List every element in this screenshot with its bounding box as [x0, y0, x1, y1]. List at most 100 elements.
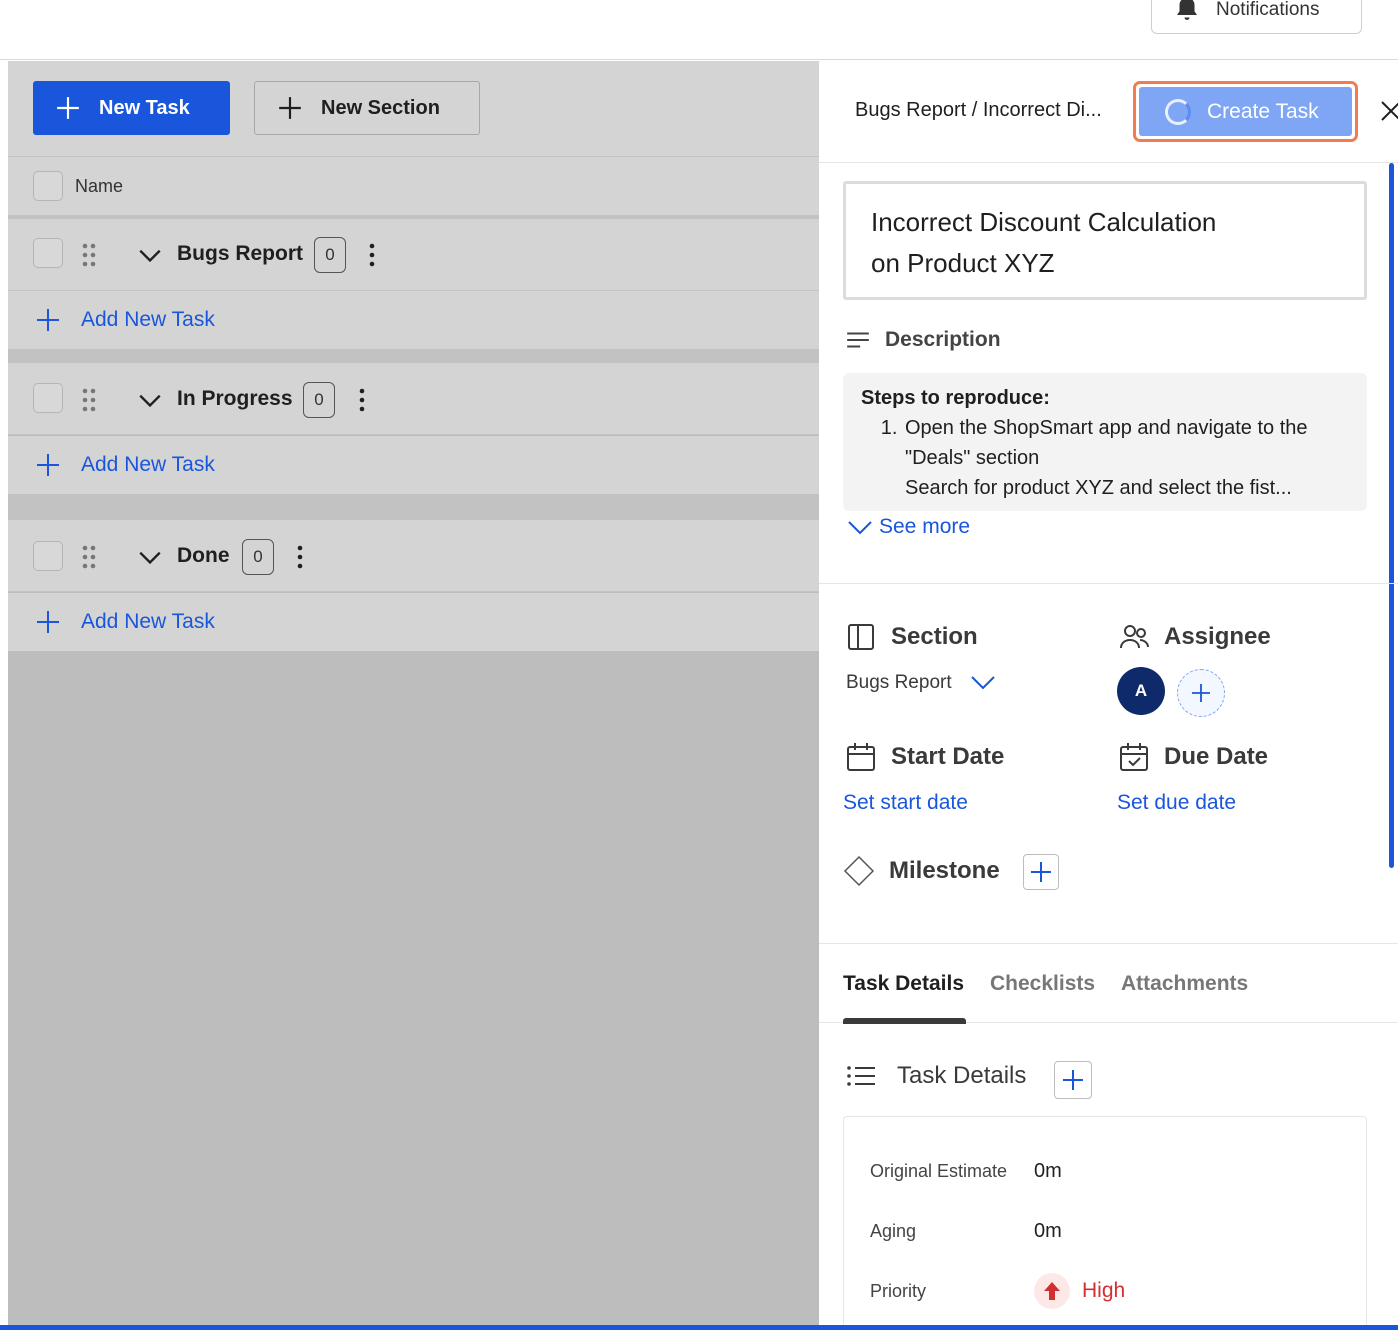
panel-header: Bugs Report / Incorrect Di... Create Tas… [819, 61, 1398, 163]
start-date-label: Start Date [891, 743, 1005, 770]
more-options-icon[interactable] [358, 387, 366, 413]
plus-icon [1063, 1070, 1083, 1090]
milestone-label: Milestone [889, 857, 1000, 884]
detail-key: Original Estimate [870, 1160, 1008, 1181]
chevron-down-icon[interactable] [137, 242, 163, 268]
see-more-label: See more [879, 515, 971, 538]
section-row-done[interactable]: Done 0 [8, 520, 819, 592]
steps-list: Open the ShopSmart app and navigate to t… [861, 413, 1349, 503]
section-gap [8, 349, 819, 363]
diamond-icon [843, 855, 875, 887]
create-task-label: Create Task [1207, 99, 1319, 123]
task-detail-row: Priority High [870, 1273, 1350, 1309]
panel-layout-icon [848, 624, 874, 650]
plus-icon [37, 309, 59, 331]
see-more-link[interactable]: See more [847, 515, 970, 539]
add-task-row[interactable]: Add New Task [8, 593, 819, 651]
divider [819, 583, 1398, 584]
task-detail-row: Aging 0m [870, 1214, 1350, 1248]
panel-tabs: Task Details Checklists Attachments [819, 943, 1398, 1024]
new-section-button[interactable]: New Section [254, 81, 480, 135]
name-column-header: Name [75, 175, 124, 196]
section-field-label: Section [845, 621, 978, 653]
add-new-task-link[interactable]: Add New Task [81, 610, 215, 634]
task-details-heading: Task Details [897, 1062, 1027, 1089]
description-heading: Steps to reproduce: [861, 387, 1050, 409]
section-row-bugs-report[interactable]: Bugs Report 0 [8, 219, 819, 291]
section-title: Done [177, 544, 230, 567]
breadcrumb[interactable]: Bugs Report / Incorrect Di... [855, 99, 1102, 122]
section-count-badge: 0 [242, 539, 274, 575]
tab-attachments[interactable]: Attachments [1121, 972, 1248, 996]
plus-icon [57, 97, 79, 119]
detail-key: Priority [870, 1280, 927, 1301]
calendar-check-icon [1120, 743, 1148, 771]
chevron-down-icon [848, 521, 872, 535]
set-start-date-link[interactable]: Set start date [843, 791, 968, 815]
task-title-line: on Product XYZ [871, 248, 1055, 278]
tab-checklists[interactable]: Checklists [990, 972, 1095, 996]
add-task-detail-button[interactable] [1054, 1061, 1092, 1099]
task-detail-row: Original Estimate 0m [870, 1154, 1350, 1188]
detail-key: Aging [870, 1220, 917, 1241]
set-due-date-link[interactable]: Set due date [1117, 791, 1236, 815]
create-task-button[interactable]: Create Task [1133, 81, 1358, 142]
text-lines-icon [847, 332, 869, 348]
section-title: In Progress [177, 387, 293, 410]
bottom-progress-bar [0, 1325, 1398, 1330]
select-all-checkbox[interactable] [33, 171, 63, 201]
description-label: Description [885, 328, 1001, 351]
close-icon[interactable] [1379, 99, 1398, 123]
new-section-label: New Section [321, 96, 440, 119]
drag-handle-icon[interactable] [80, 387, 98, 413]
loading-spinner-icon [1165, 98, 1191, 125]
section-checkbox[interactable] [33, 238, 63, 268]
assignee-label: Assignee [1164, 623, 1271, 650]
notifications-button[interactable]: Notifications [1151, 0, 1362, 34]
more-options-icon[interactable] [296, 544, 304, 570]
aging-value: 0m [1034, 1219, 1062, 1242]
drag-handle-icon[interactable] [80, 544, 98, 570]
drag-handle-icon[interactable] [80, 242, 98, 268]
section-value: Bugs Report [846, 672, 952, 693]
notifications-label: Notifications [1216, 0, 1320, 20]
section-row-in-progress[interactable]: In Progress 0 [8, 363, 819, 435]
tab-task-details[interactable]: Task Details [843, 972, 964, 996]
section-dropdown[interactable]: Bugs Report [846, 672, 996, 694]
add-task-row[interactable]: Add New Task [8, 436, 819, 494]
chevron-down-icon [970, 676, 995, 690]
original-estimate-value[interactable]: 0m [1034, 1160, 1062, 1183]
plus-icon [279, 97, 301, 119]
section-checkbox[interactable] [33, 541, 63, 571]
description-editor[interactable]: Steps to reproduce: Open the ShopSmart a… [843, 373, 1367, 511]
task-details-header: Task Details [845, 1061, 1026, 1091]
section-gap [8, 494, 819, 520]
add-task-row[interactable]: Add New Task [8, 291, 819, 349]
assignee-field-label: Assignee [1118, 621, 1271, 653]
more-options-icon[interactable] [368, 242, 376, 268]
add-assignee-button[interactable] [1177, 669, 1225, 717]
chevron-down-icon[interactable] [137, 544, 163, 570]
panel-scrollbar[interactable] [1389, 163, 1394, 868]
start-date-field-label: Start Date [845, 741, 1004, 773]
list-toolbar: New Task New Section [8, 61, 819, 157]
assignee-avatar[interactable]: A [1117, 667, 1165, 715]
description-header: Description [845, 327, 1001, 353]
new-task-button[interactable]: New Task [33, 81, 230, 135]
add-new-task-link[interactable]: Add New Task [81, 308, 215, 332]
task-details-card: Original Estimate 0m Aging 0m Priority H… [843, 1116, 1367, 1330]
add-milestone-button[interactable] [1023, 854, 1059, 890]
milestone-field-label: Milestone [843, 855, 1000, 887]
task-title-line: Incorrect Discount Calculation [871, 207, 1217, 237]
priority-selector[interactable]: High [1034, 1273, 1125, 1309]
add-new-task-link[interactable]: Add New Task [81, 453, 215, 477]
step-item: Open the ShopSmart app and navigate to t… [903, 413, 1349, 473]
users-icon [1120, 625, 1149, 649]
chevron-down-icon[interactable] [137, 387, 163, 413]
due-date-field-label: Due Date [1118, 741, 1268, 773]
plus-icon [1031, 862, 1051, 882]
task-list-area: New Task New Section Name Bugs Report 0 … [8, 61, 819, 1330]
section-checkbox[interactable] [33, 383, 63, 413]
task-title-input[interactable]: Incorrect Discount Calculation on Produc… [843, 181, 1367, 300]
plus-icon [37, 611, 59, 633]
